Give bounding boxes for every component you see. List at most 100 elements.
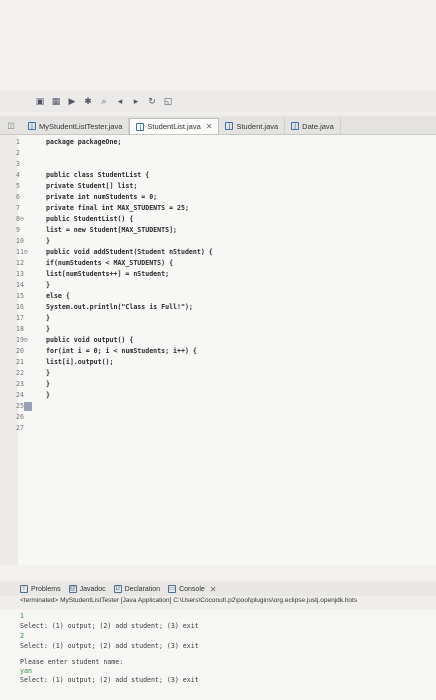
code-line: 1 package packageOne; [0,137,436,148]
line-number: 5 [16,182,20,190]
tab-label: Problems [31,585,61,593]
code-line: 6 private int numStudents = 0; [0,192,436,203]
tab-label: Declaration [124,585,161,593]
tab-label: StudentList.java [147,122,201,131]
line-number: 17 [16,314,24,322]
open-icon[interactable]: ◱ [162,96,174,108]
code-line: 18} [0,324,436,335]
tab-studentlist[interactable]: J StudentList.java ✕ [129,118,220,134]
code-text: private final int MAX_STUDENTS = 25; [46,204,189,212]
tab-console[interactable]: ▭ Console ✕ [168,585,216,594]
line-number: 16 [16,303,24,311]
tab-label: Console [179,585,205,593]
tab-list-icon[interactable]: ◫ [0,116,22,134]
back-icon[interactable]: ◂ [114,96,126,108]
code-line: 26 [0,412,436,423]
tab-declaration[interactable]: D Declaration [113,585,161,593]
refresh-icon[interactable]: ↻ [146,96,158,108]
line-number: 2 [16,149,20,157]
line-number: 12 [16,259,24,267]
code-text: } [46,391,50,399]
code-text: else { [46,292,70,300]
code-text: } [46,380,50,388]
forward-icon[interactable]: ▸ [130,96,142,108]
javadoc-icon: @ [68,585,77,593]
code-line: 24} [0,390,436,401]
console-status: <terminated> MyStudentListTester [Java A… [0,597,436,609]
code-line: 4 public class StudentList { [0,170,436,181]
tab-label: Student.java [236,121,279,131]
code-text: public void output() { [46,336,134,344]
problems-icon: ! [20,585,28,593]
code-text: } [46,314,50,322]
tab-label: MyStudentListTester.java [39,121,123,131]
code-text: System.out.println("Class is Full!"); [46,303,193,311]
code-line: 5 private Student[] list; [0,181,436,192]
save-icon[interactable]: ▣ [34,96,46,108]
tab-javadoc[interactable]: @ Javadoc [68,585,106,593]
code-line: 16 System.out.println("Class is Full!"); [0,302,436,313]
close-icon[interactable]: ✕ [210,585,217,594]
code-line: 22} [0,368,436,379]
line-number: 4 [16,171,20,179]
editor-bottom-space [0,565,436,581]
bottom-view-tabs: ! Problems @ Javadoc D Declaration ▭ Con… [0,582,436,596]
run-icon[interactable]: ▶ [66,96,78,108]
java-file-icon: J [225,122,234,130]
line-number: 21 [16,358,24,366]
code-line: 14} [0,280,436,291]
code-line: 9 list = new Student[MAX_STUDENTS]; [0,225,436,236]
tab-date[interactable]: J Date.java [285,118,341,134]
code-line: 19⊖ public void output() { [0,335,436,346]
code-line: 17} [0,313,436,324]
code-line: 7 private final int MAX_STUDENTS = 25; [0,203,436,214]
line-number: 13 [16,270,24,278]
line-number: 6 [16,193,20,201]
code-text: private int numStudents = 0; [46,193,158,201]
code-line: 27 [0,423,436,434]
console-input-line: yan [20,667,32,675]
close-icon[interactable]: ✕ [206,122,213,131]
line-number: 8⊖ [16,215,24,223]
line-number: 18 [16,325,24,333]
debug-icon[interactable]: ✱ [82,96,94,108]
tab-problems[interactable]: ! Problems [20,585,61,593]
code-editor[interactable]: 1 package packageOne; 2 3 4 public class Stud… [0,135,436,565]
code-text: if(numStudents < MAX_STUDENTS) { [46,259,174,267]
code-line: 23} [0,379,436,390]
code-line: 2 [0,148,436,159]
declaration-icon: D [113,585,122,593]
line-number: 20 [16,347,24,355]
console-icon: ▭ [168,585,177,593]
console-output-line: Select: (1) output; (2) add student; (3)… [20,676,199,684]
code-line: 21 list[i].output(); [0,357,436,368]
line-number: 15 [16,292,24,300]
console-input-line: 1 [20,612,24,620]
tab-label: Javadoc [79,585,106,593]
editor-tabbar: ◫ J MyStudentListTester.java J StudentLi… [0,116,436,135]
java-file-icon: J [28,122,36,130]
code-line: 15 else { [0,291,436,302]
code-line: 10} [0,236,436,247]
code-text: } [46,237,50,245]
empty-top-area [0,0,436,90]
java-file-icon: J [291,122,300,130]
code-text: for(int i = 0; i < numStudents; i++) { [46,347,197,355]
search-icon[interactable]: ⌕ [98,96,110,108]
console-output-line: Please enter student name: [20,658,124,666]
code-text: list[i].output(); [46,358,114,366]
main-toolbar: ▣ ▦ ▶ ✱ ⌕ ◂ ▸ ↻ ◱ [0,92,436,112]
tab-label: Date.java [302,121,334,131]
code-text: } [46,281,50,289]
tab-mystudentlisttester[interactable]: J MyStudentListTester.java [22,118,130,134]
line-number: 1 [16,138,20,146]
code-line: 8⊖ public StudentList() { [0,214,436,225]
line-number: 22 [16,369,24,377]
console-output[interactable]: 1 Select: (1) output; (2) add student; (3… [0,610,436,700]
code-text: private Student[] list; [46,182,138,190]
tab-student[interactable]: J Student.java [219,118,286,134]
code-text: list = new Student[MAX_STUDENTS]; [46,226,178,234]
code-line: 3 [0,159,436,170]
grid-icon[interactable]: ▦ [50,96,62,108]
code-line: 20 for(int i = 0; i < numStudents; i++) { [0,346,436,357]
